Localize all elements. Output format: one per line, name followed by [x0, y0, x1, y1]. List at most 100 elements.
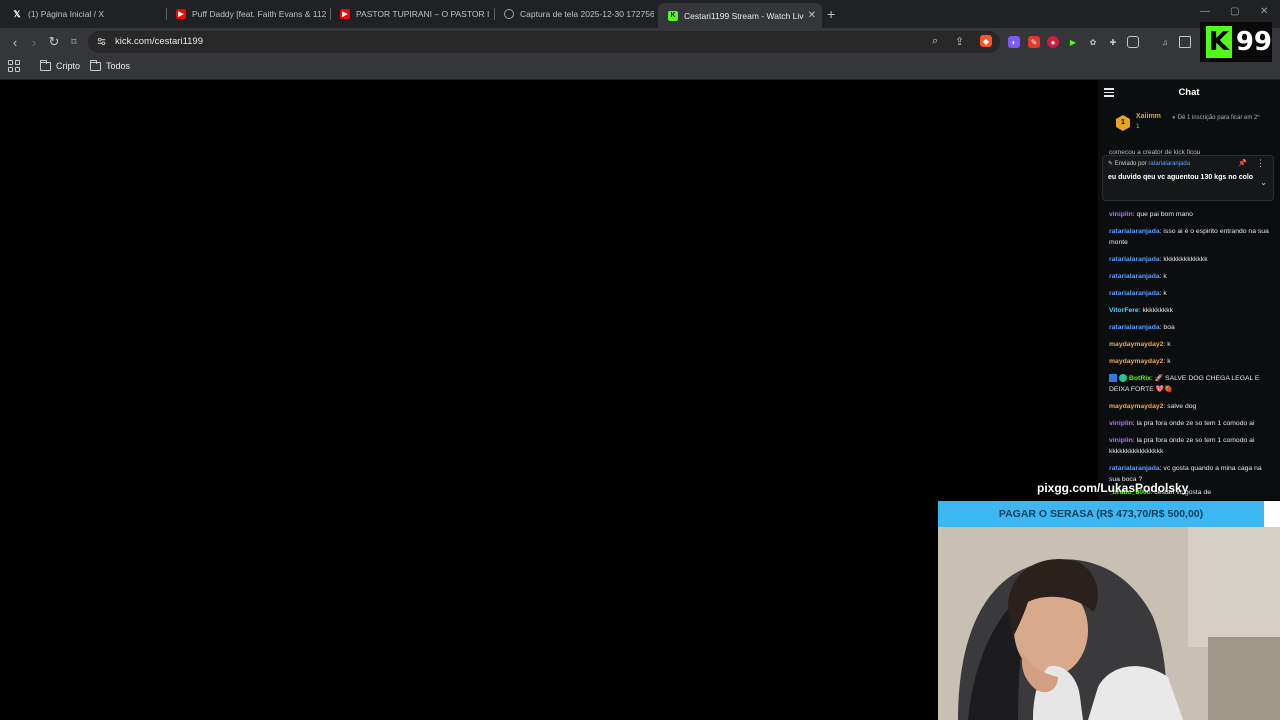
close-icon[interactable]: ✕: [808, 10, 816, 21]
rank-badge-icon: 1: [1116, 115, 1130, 131]
x-logo-icon: 𝕏: [13, 8, 21, 19]
chat-text: : k: [1159, 290, 1167, 297]
kick-logo-icon: K: [1206, 26, 1232, 58]
pinned-sender: ✎ Enviado por ratarialaranjada: [1108, 160, 1190, 167]
pinned-user[interactable]: ratarialaranjada: [1148, 161, 1190, 167]
chat-message: maydaymayday2: k: [1109, 356, 1271, 367]
chat-username[interactable]: maydaymayday2: [1109, 358, 1163, 365]
address-bar[interactable]: kick.com/cestari1199 ⌕ ⇪ ◆: [88, 31, 1000, 53]
chat-title: Chat: [1178, 87, 1200, 98]
pinned-message[interactable]: ✎ Enviado por ratarialaranjada 📌 ⋮ eu du…: [1102, 155, 1274, 201]
extension-icon[interactable]: ●: [1047, 36, 1059, 48]
sidebar-icon[interactable]: [1179, 36, 1191, 48]
maximize-icon[interactable]: ▢: [1230, 6, 1239, 17]
chat-username[interactable]: VitorFere: [1109, 307, 1139, 314]
tab-x[interactable]: 𝕏 (1) Página Inicial / X: [2, 4, 162, 24]
forward-icon[interactable]: ›: [25, 33, 43, 51]
reload-icon[interactable]: ↻: [45, 33, 63, 51]
chat-message: maydaymayday2: salve dog: [1109, 401, 1271, 412]
screenshot-icon[interactable]: [1127, 36, 1139, 48]
chat-text: : kkkkkkkkk: [1138, 307, 1174, 314]
tab-label: Captura de tela 2025-12-30 172756: [520, 9, 654, 19]
chat-username[interactable]: viniplin: [1109, 211, 1133, 218]
goal-remaining: [1264, 501, 1280, 527]
sub-leaderboard[interactable]: 1 Xaiimm 1 Dê 1 inscrição para ficar em …: [1116, 113, 1276, 135]
new-tab-icon[interactable]: +: [827, 6, 835, 22]
chat-message: viniplin: la pra fora onde ze so tem 1 c…: [1109, 435, 1271, 457]
tab-label: Puff Daddy [feat. Faith Evans & 112]: [192, 9, 326, 19]
bookmark-label: Cripto: [56, 61, 81, 71]
bot-badge-icon: [1109, 374, 1117, 383]
verified-icon: [1119, 374, 1127, 383]
chat-username[interactable]: ratarialaranjada: [1109, 273, 1160, 280]
globe-icon: [504, 9, 514, 19]
back-icon[interactable]: ‹: [6, 33, 24, 51]
pin-small-icon: ✎: [1108, 161, 1115, 167]
more-options-icon[interactable]: ⋮: [1256, 158, 1265, 169]
chat-username[interactable]: ratarialaranjada: [1109, 324, 1160, 331]
browser-toolbar: ‹ › ↻ ⌑ kick.com/cestari1199 ⌕ ⇪ ◆ ◐ ✎ ●…: [0, 28, 1280, 56]
chat-message: ratarialaranjada: kkkkkkkkkkkkk: [1109, 254, 1271, 265]
chat-text: : boa: [1159, 324, 1175, 331]
url-text: kick.com/cestari1199: [115, 36, 203, 47]
chat-message: ratarialaranjada: boa: [1109, 322, 1271, 333]
badge-number: 99: [1235, 27, 1272, 57]
chat-text: : la pra fora onde ze so tem 1 comodo ai: [1132, 420, 1255, 427]
tab-pastor[interactable]: ▶ PASTOR TUPIRANI – O PASTOR INCA: [330, 4, 490, 24]
extension-icon[interactable]: ✿: [1087, 36, 1099, 48]
extension-icon[interactable]: ✎: [1028, 36, 1040, 48]
window-close-icon[interactable]: ✕: [1260, 6, 1268, 17]
chat-username[interactable]: BotRix: [1129, 375, 1151, 382]
chat-messages: viniplin: que pai bom mano ratarialaranj…: [1109, 209, 1271, 491]
share-icon[interactable]: ⇪: [955, 35, 964, 48]
chat-text: : que pai bom mano: [1132, 211, 1193, 218]
video-player[interactable]: [0, 80, 1098, 720]
k99-badge: K 99: [1200, 22, 1272, 62]
chat-username[interactable]: maydaymayday2: [1109, 403, 1163, 410]
tab-label: Cestari1199 Stream - Watch Live: [684, 10, 804, 21]
extension-icon[interactable]: ▶: [1067, 36, 1079, 48]
zoom-icon[interactable]: ⌕: [932, 35, 938, 48]
chat-message: maydaymayday2: k: [1109, 339, 1271, 350]
chat-username[interactable]: ratarialaranjada: [1109, 256, 1160, 263]
kick-icon: K: [668, 10, 678, 21]
folder-icon: [40, 59, 51, 71]
chat-username[interactable]: viniplin: [1109, 437, 1133, 444]
bookmark-folder-todos[interactable]: Todos: [90, 59, 131, 71]
chat-message: ratarialaranjada: k: [1109, 288, 1271, 299]
media-control-icon[interactable]: ♫: [1159, 36, 1171, 48]
chat-username[interactable]: ratarialaranjada: [1109, 228, 1160, 235]
chat-message: VitorFere: kkkkkkkkk: [1109, 305, 1271, 316]
chat-text: : salve dog: [1163, 403, 1197, 410]
extension-icon[interactable]: ◐: [1008, 36, 1020, 48]
chat-header: Chat: [1098, 80, 1280, 106]
apps-icon[interactable]: [8, 60, 20, 72]
folder-icon: [90, 59, 101, 71]
tab-screenshot[interactable]: Captura de tela 2025-12-30 172756: [494, 4, 654, 24]
leaderboard-user: Xaiimm: [1136, 113, 1161, 120]
chat-panel: Chat 1 Xaiimm 1 Dê 1 inscrição para fica…: [1098, 80, 1280, 500]
minimize-icon[interactable]: —: [1200, 6, 1210, 17]
bookmark-label: Todos: [106, 61, 131, 71]
leaderboard-count: 1: [1136, 123, 1140, 130]
pin-icon[interactable]: 📌: [1238, 159, 1247, 167]
chat-username[interactable]: ratarialaranjada: [1109, 290, 1160, 297]
leaderboard-cta: Dê 1 inscrição para ficar em 2º: [1172, 115, 1272, 122]
webcam-feed: [938, 527, 1280, 720]
donation-goal-bar: PAGAR O SERASA (R$ 473,70/R$ 500,00): [938, 501, 1264, 527]
extensions-puzzle-icon[interactable]: ✚: [1107, 36, 1119, 48]
chat-message: viniplin: que pai bom mano: [1109, 209, 1271, 220]
tab-puff-daddy[interactable]: ▶ Puff Daddy [feat. Faith Evans & 112]: [166, 4, 326, 24]
tab-label: PASTOR TUPIRANI – O PASTOR INCA: [356, 9, 490, 19]
brave-shield-icon[interactable]: ◆: [980, 35, 992, 47]
tab-kick-stream[interactable]: K Cestari1199 Stream - Watch Live ✕: [658, 3, 822, 28]
site-info-icon[interactable]: [96, 36, 107, 47]
chat-username[interactable]: maydaymayday2: [1109, 341, 1163, 348]
bookmark-icon[interactable]: ⌑: [65, 33, 83, 51]
bookmark-folder-cripto[interactable]: Cripto: [40, 59, 81, 71]
pinned-text: eu duvido qeu vc aguentou 130 kgs no col…: [1108, 174, 1254, 181]
chat-username[interactable]: ratarialaranjada: [1109, 465, 1160, 472]
chevron-down-icon[interactable]: ⌄: [1260, 178, 1267, 187]
chat-username[interactable]: viniplin: [1109, 420, 1133, 427]
pinned-prefix: Enviado por: [1114, 161, 1147, 167]
